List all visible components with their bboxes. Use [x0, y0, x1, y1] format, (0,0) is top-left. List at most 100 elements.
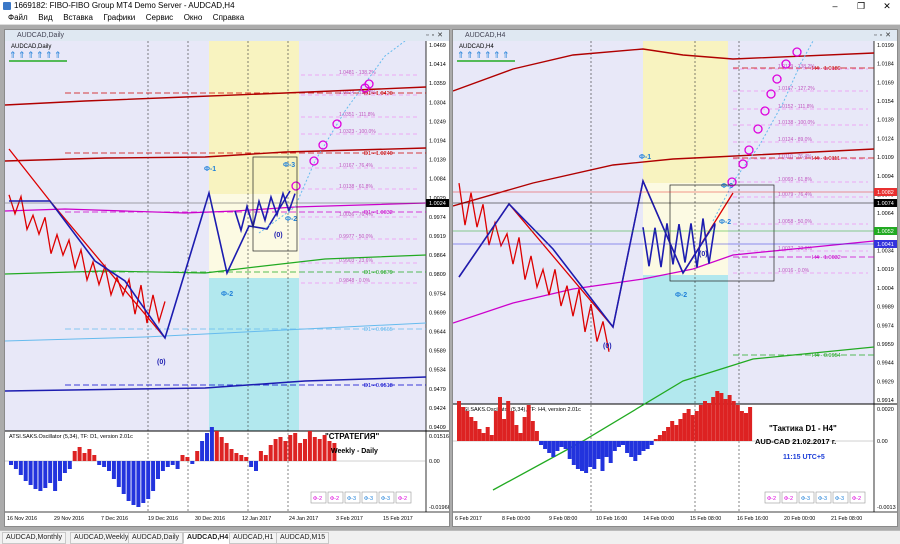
oscillator-bar	[457, 401, 461, 441]
phi-button-label[interactable]: Ф-3	[835, 496, 844, 502]
time-axis-label: 9 Feb 08:00	[549, 516, 577, 522]
oscillator-bar	[92, 455, 97, 461]
oscillator-bar	[244, 457, 249, 461]
chart-window-title[interactable]: AUDCAD,H4	[453, 30, 897, 41]
oscillator-bar	[493, 411, 498, 441]
chart-window-buttons[interactable]: ▫▫✕	[874, 30, 894, 41]
chart-window-title[interactable]: AUDCAD,Daily	[5, 30, 449, 41]
price-axis-label: 0.9754	[429, 291, 446, 297]
oscillator-bar	[649, 441, 654, 445]
phi-button-label[interactable]: Ф-3	[801, 496, 810, 502]
chart-window-buttons[interactable]: ▫▫✕	[426, 30, 446, 41]
price-chart[interactable]: 1.0199 1.0184 1.0169 1.0154 1.0139 1.0124 1.01…	[453, 41, 897, 525]
tab-audcad-h4[interactable]: AUDCAD,H4	[183, 532, 233, 544]
oscillator-bar	[254, 461, 258, 471]
phi-button-label[interactable]: Ф-3	[364, 496, 373, 502]
phi-button-label[interactable]: Ф-2	[313, 496, 322, 502]
price-axis-label: 1.0124	[877, 136, 894, 142]
phi-button-label[interactable]: Ф-3	[818, 496, 827, 502]
price-axis-label: 0.9989	[877, 305, 894, 311]
up-arrow-icon: ⇑	[54, 50, 62, 60]
phi-button-label[interactable]: Ф-2	[852, 496, 861, 502]
fib-level-label: 0.9848 - 0.0%	[339, 278, 371, 284]
maximize-button[interactable]: ❐	[848, 0, 874, 12]
oscillator-bar	[694, 411, 699, 441]
oscillator-bar	[258, 451, 263, 461]
oscillator-bar	[116, 461, 121, 487]
phi-button-label[interactable]: Ф-2	[330, 496, 339, 502]
current-price-value: 1.0024	[429, 201, 446, 207]
up-arrow-icon: ⇑	[36, 50, 44, 60]
oscillator-bar	[111, 461, 116, 479]
oscillator-bar	[209, 427, 214, 461]
price-axis-label: 0.9959	[877, 342, 894, 348]
price-axis-label: 0.9699	[429, 310, 446, 316]
oscillator-bar	[165, 461, 170, 467]
oscillator-bar	[146, 461, 151, 499]
phi-label: Ф-2	[675, 292, 687, 299]
menu-insert[interactable]: Вставка	[63, 12, 93, 24]
tab-audcad-h1[interactable]: AUDCAD,H1	[229, 532, 278, 544]
cyan-zone	[209, 278, 299, 431]
oscillator-bar	[33, 461, 38, 489]
oscillator-bar	[465, 411, 470, 441]
white-zone	[209, 194, 299, 278]
time-axis-label: 15 Feb 2017	[383, 516, 413, 522]
phi-label: Ф-3	[283, 162, 295, 169]
oscillator-bar	[703, 401, 707, 441]
menu-view[interactable]: Вид	[38, 12, 52, 24]
phi-label: Ф-2	[285, 216, 297, 223]
oscillator-bar	[312, 437, 317, 461]
price-axis-label: 0.9864	[429, 253, 446, 259]
oscillator-bar	[239, 455, 244, 461]
chart-tab-bar: AUDCAD,Monthly AUDCAD,Weekly AUDCAD,Dail…	[0, 530, 900, 544]
fib-level-label: 1.0079 - 76.4%	[778, 192, 812, 198]
level-label: H4 - 1.0032	[812, 255, 841, 261]
tab-audcad-daily[interactable]: AUDCAD,Daily	[128, 532, 184, 544]
oscillator-bar	[214, 431, 219, 461]
tab-audcad-monthly[interactable]: AUDCAD,Monthly	[2, 532, 67, 544]
oscillator-bar	[136, 461, 141, 507]
fib-level-label: 1.0124 - 89.0%	[778, 137, 812, 143]
oscillator-bar	[678, 419, 683, 441]
oscillator-axis-label: 0.0020	[877, 407, 894, 413]
price-axis-label: 0.9589	[429, 349, 446, 355]
chart-window-daily[interactable]: AUDCAD,Daily ▫▫✕ 1.0469 1.0414 1.0359 1.030…	[4, 29, 450, 527]
oscillator-bar	[224, 443, 229, 461]
phi-button-label[interactable]: Ф-2	[398, 496, 407, 502]
close-button[interactable]: ✕	[874, 0, 900, 12]
phi-button-label[interactable]: Ф-3	[347, 496, 356, 502]
oscillator-bar	[107, 461, 111, 471]
menu-charts[interactable]: Графики	[103, 12, 135, 24]
minimize-button[interactable]: –	[822, 0, 848, 12]
time-axis-label: 19 Dec 2016	[148, 516, 178, 522]
phi-button-label[interactable]: Ф-2	[784, 496, 793, 502]
price-axis-label: 1.0109	[877, 155, 894, 161]
price-axis-label: 0.9919	[429, 234, 446, 240]
price-axis-label: 1.0139	[429, 158, 446, 164]
menu-file[interactable]: Файл	[8, 12, 28, 24]
phi-button-label[interactable]: Ф-2	[767, 496, 776, 502]
up-arrow-icon: ⇑	[457, 50, 465, 60]
oscillator-bar	[510, 411, 515, 441]
menu-window[interactable]: Окно	[184, 12, 203, 24]
time-axis-label: 15 Feb 08:00	[690, 516, 721, 522]
tab-audcad-weekly[interactable]: AUDCAD,Weekly	[70, 532, 133, 544]
price-axis-label: 1.0304	[429, 100, 446, 106]
annotation-text: "СТРАТЕГИЯ"	[325, 432, 380, 441]
oscillator-bar	[707, 403, 712, 441]
price-chart[interactable]: 1.0469 1.0414 1.0359 1.0304 1.0249 1.0194 1.01…	[5, 41, 449, 525]
oscillator-bar	[87, 449, 92, 461]
up-arrow-icon: ⇑	[45, 50, 53, 60]
up-arrow-icon: ⇑	[502, 50, 510, 60]
oscillator-bar	[645, 441, 650, 449]
oscillator-bar	[268, 445, 273, 461]
level-label: D1 - 1.0240	[364, 151, 393, 157]
oscillator-bar	[18, 461, 23, 475]
tab-audcad-m15[interactable]: AUDCAD,M15	[276, 532, 330, 544]
menu-tools[interactable]: Сервис	[146, 12, 173, 24]
menu-help[interactable]: Справка	[213, 12, 244, 24]
phi-button-label[interactable]: Ф-3	[381, 496, 390, 502]
level-label: H4 - 0.9954	[812, 353, 841, 359]
chart-window-h4[interactable]: AUDCAD,H4 ▫▫✕ 1.0199 1.0184 1.0169 1.0154 1.…	[452, 29, 898, 527]
